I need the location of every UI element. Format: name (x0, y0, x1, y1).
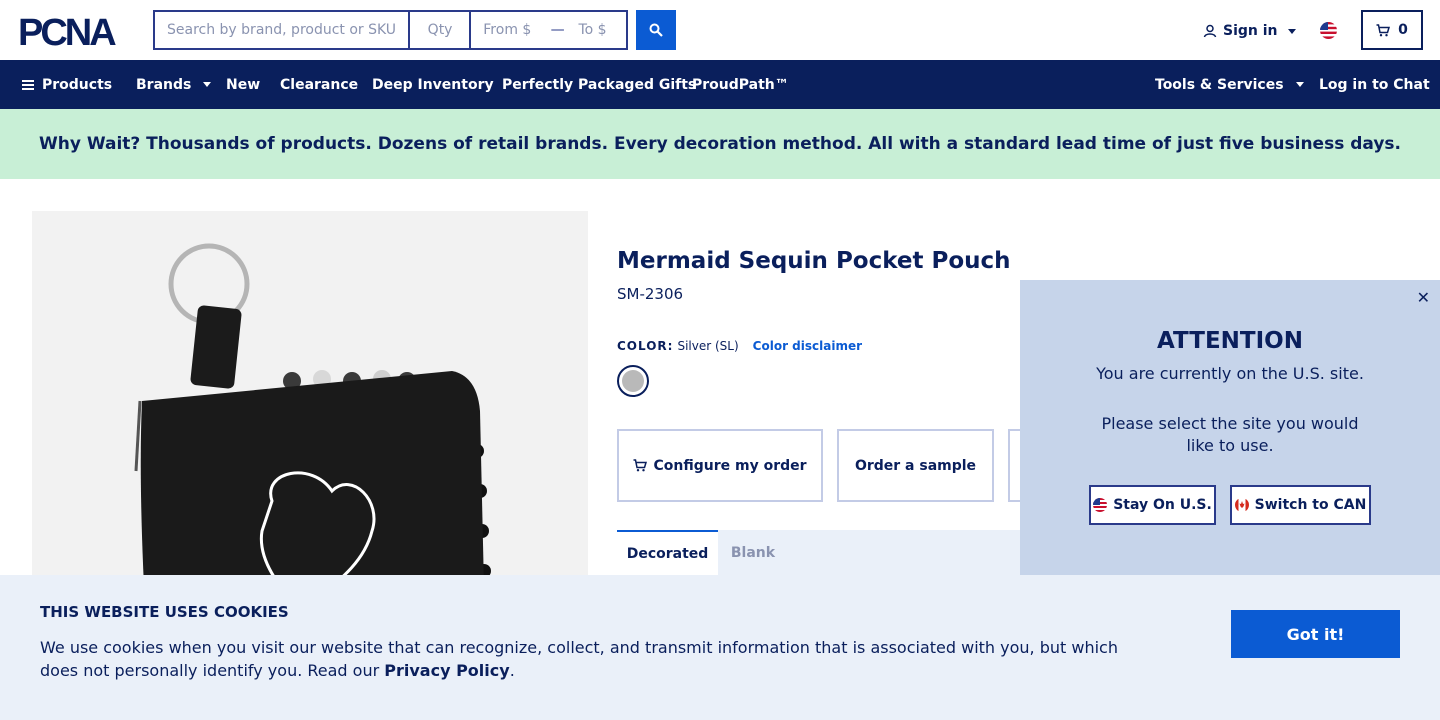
cart-button[interactable]: 0 (1361, 10, 1423, 50)
color-swatch-silver[interactable] (617, 365, 649, 397)
order-sample-button[interactable]: Order a sample (837, 429, 994, 502)
sign-in-menu[interactable]: Sign in (1203, 20, 1296, 42)
switch-can-button[interactable]: Switch to CAN (1230, 485, 1371, 525)
nav-chat-login[interactable]: Log in to Chat (1319, 60, 1430, 109)
cookie-title: THIS WEBSITE USES COOKIES (40, 603, 289, 621)
chevron-down-icon (1295, 82, 1304, 87)
configure-order-button[interactable]: Configure my order (617, 429, 823, 502)
swatch-fill (622, 370, 644, 392)
cookie-text-end: . (509, 661, 515, 680)
order-sample-label: Order a sample (854, 457, 977, 474)
tab-decorated[interactable]: Decorated (617, 530, 718, 575)
chevron-down-icon (1287, 28, 1296, 34)
price-to-input[interactable]: To $ (566, 12, 626, 48)
promo-banner: Why Wait? Thousands of products. Dozens … (0, 109, 1440, 179)
search-input[interactable]: Search by brand, product or SKU (155, 12, 410, 48)
attention-current-site: You are currently on the U.S. site. (1096, 364, 1364, 383)
tab-blank-label: Blank (730, 544, 776, 561)
attention-title: ATTENTION (1157, 328, 1303, 354)
nav-chat-label: Log in to Chat (1319, 76, 1430, 93)
stay-us-button[interactable]: Stay On U.S. (1089, 485, 1216, 525)
privacy-policy-link[interactable]: Privacy Policy (384, 661, 509, 680)
nav-products-label: Products (42, 76, 113, 93)
attention-instruction: Please select the site you would like to… (1101, 414, 1359, 455)
nav-tools-label: Tools & Services (1155, 76, 1284, 93)
nav-proudpath[interactable]: ProudPath™ (692, 60, 789, 109)
nav-packaged-gifts[interactable]: Perfectly Packaged Gifts (502, 60, 696, 109)
product-title: Mermaid Sequin Pocket Pouch (617, 248, 1011, 274)
nav-packaged-gifts-label: Perfectly Packaged Gifts (502, 76, 697, 93)
nav-deep-inventory-label: Deep Inventory (372, 76, 494, 93)
cookie-body: We use cookies when you visit our websit… (40, 638, 1118, 680)
color-row: COLOR: Silver (SL) Color disclaimer (617, 339, 862, 353)
stay-us-label: Stay On U.S. (1113, 497, 1212, 513)
sign-in-label: Sign in (1223, 23, 1278, 39)
cart-icon (1376, 23, 1391, 36)
color-label: COLOR: (617, 339, 674, 353)
search-button[interactable] (636, 10, 676, 50)
price-from-input[interactable]: From $ (471, 12, 550, 48)
tab-blank[interactable]: Blank (718, 530, 788, 575)
nav-products[interactable]: Products (22, 60, 112, 109)
nav-tools-services[interactable]: Tools & Services (1155, 60, 1304, 109)
main-nav: Products Brands New Clearance Deep Inven… (0, 60, 1440, 109)
nav-clearance[interactable]: Clearance (280, 60, 358, 109)
color-value: Silver (SL) (677, 339, 739, 353)
nav-new[interactable]: New (226, 60, 260, 109)
nav-clearance-label: Clearance (280, 76, 359, 93)
canada-flag-icon (1234, 498, 1249, 512)
product-sku: SM-2306 (617, 285, 684, 303)
nav-deep-inventory[interactable]: Deep Inventory (372, 60, 494, 109)
color-disclaimer-link[interactable]: Color disclaimer (753, 339, 862, 353)
configure-order-label: Configure my order (653, 457, 807, 474)
search-bar: Search by brand, product or SKU Qty From… (153, 10, 628, 50)
top-header: PCNA Search by brand, product or SKU Qty… (0, 0, 1440, 60)
chevron-down-icon (203, 82, 212, 87)
search-icon (649, 23, 663, 37)
cart-count: 0 (1398, 22, 1408, 38)
site-selection-dialog: ✕ ATTENTION You are currently on the U.S… (1020, 280, 1440, 575)
nav-new-label: New (226, 76, 261, 93)
price-range-dash: — (550, 22, 565, 38)
accept-cookies-button[interactable]: Got it! (1231, 610, 1400, 658)
user-icon (1203, 24, 1217, 38)
tab-decorated-label: Decorated (626, 545, 709, 562)
nav-brands-label: Brands (136, 76, 192, 93)
nav-brands[interactable]: Brands (136, 60, 212, 109)
us-flag-icon (1093, 498, 1108, 512)
close-icon[interactable]: ✕ (1417, 288, 1430, 307)
cookie-text: We use cookies when you visit our websit… (40, 636, 1160, 682)
us-flag-icon[interactable] (1320, 22, 1337, 39)
logo-text: PCNA (18, 14, 116, 48)
cart-icon (633, 459, 648, 472)
nav-proudpath-label: ProudPath™ (692, 76, 789, 93)
cookie-banner: THIS WEBSITE USES COOKIES We use cookies… (0, 575, 1440, 720)
hamburger-icon (22, 79, 34, 90)
qty-input[interactable]: Qty (410, 12, 472, 48)
pcna-logo[interactable]: PCNA (18, 14, 136, 48)
switch-can-label: Switch to CAN (1254, 497, 1367, 513)
